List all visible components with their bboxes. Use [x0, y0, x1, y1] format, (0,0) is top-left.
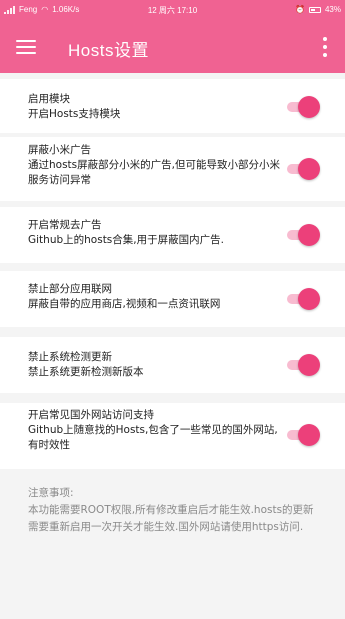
setting-description: 通过hosts屏蔽部分小米的广告,但可能导致小部分小米服务访问异常 — [28, 159, 280, 186]
setting-item-enable-module[interactable]: 启用模块 开启Hosts支持模块 — [0, 79, 345, 133]
toggle-switch[interactable] — [287, 424, 320, 446]
toggle-switch[interactable] — [287, 354, 320, 376]
setting-item-block-xiaomi-ads[interactable]: 屏蔽小米广告 通过hosts屏蔽部分小米的广告,但可能导致小部分小米服务访问异常 — [0, 137, 345, 201]
setting-description: Github上随意找的Hosts,包含了一些常见的国外网站,有时效性 — [28, 424, 278, 451]
setting-description: 禁止系统更新检测新版本 — [28, 366, 144, 378]
status-bar: Feng ◠ 1.06K/s 12 周六 17:10 ⏰ 43% — [0, 0, 345, 20]
more-vert-icon[interactable] — [319, 36, 331, 58]
notes-text: 本功能需要ROOT权限,所有修改重启后才能生效.hosts的更新需要重新启用一次… — [28, 504, 314, 533]
setting-description: Github上的hosts合集,用于屏蔽国内广告. — [28, 234, 224, 246]
setting-title: 开启常见国外网站访问支持 — [28, 409, 154, 421]
setting-title: 禁止系统检测更新 — [28, 351, 112, 363]
notes-heading: 注意事项: — [28, 487, 74, 499]
toggle-switch[interactable] — [287, 224, 320, 246]
hamburger-menu-icon[interactable] — [12, 33, 40, 61]
page-title: Hosts设置 — [68, 41, 149, 60]
notes-section: 注意事项: 本功能需要ROOT权限,所有修改重启后才能生效.hosts的更新需要… — [28, 485, 320, 536]
setting-description: 开启Hosts支持模块 — [28, 108, 121, 120]
setting-item-foreign-sites[interactable]: 开启常见国外网站访问支持 Github上随意找的Hosts,包含了一些常见的国外… — [0, 403, 345, 469]
setting-item-block-system-update[interactable]: 禁止系统检测更新 禁止系统更新检测新版本 — [0, 337, 345, 393]
app-bar: Hosts设置 — [0, 20, 345, 73]
status-datetime: 12 周六 17:10 — [147, 6, 198, 15]
toggle-thumb — [298, 158, 320, 180]
toggle-thumb — [298, 354, 320, 376]
toggle-thumb — [298, 224, 320, 246]
setting-item-block-app-network[interactable]: 禁止部分应用联网 屏蔽自带的应用商店,视频和一点资讯联网 — [0, 271, 345, 327]
toggle-switch[interactable] — [287, 158, 320, 180]
toggle-thumb — [298, 424, 320, 446]
setting-title: 启用模块 — [28, 93, 70, 105]
battery-icon — [308, 6, 321, 13]
setting-title: 开启常规去广告 — [28, 219, 102, 231]
toggle-thumb — [298, 288, 320, 310]
toggle-switch[interactable] — [287, 96, 320, 118]
setting-title: 屏蔽小米广告 — [28, 144, 91, 156]
status-right: ⏰ 43% — [295, 5, 341, 14]
battery-level: 43% — [324, 5, 341, 14]
toggle-switch[interactable] — [287, 288, 320, 310]
alarm-icon: ⏰ — [295, 5, 305, 14]
setting-description: 屏蔽自带的应用商店,视频和一点资讯联网 — [28, 298, 221, 310]
settings-list: 启用模块 开启Hosts支持模块 屏蔽小米广告 通过hosts屏蔽部分小米的广告… — [0, 73, 345, 619]
toggle-thumb — [298, 96, 320, 118]
setting-item-general-ad-block[interactable]: 开启常规去广告 Github上的hosts合集,用于屏蔽国内广告. — [0, 207, 345, 263]
setting-title: 禁止部分应用联网 — [28, 283, 112, 295]
